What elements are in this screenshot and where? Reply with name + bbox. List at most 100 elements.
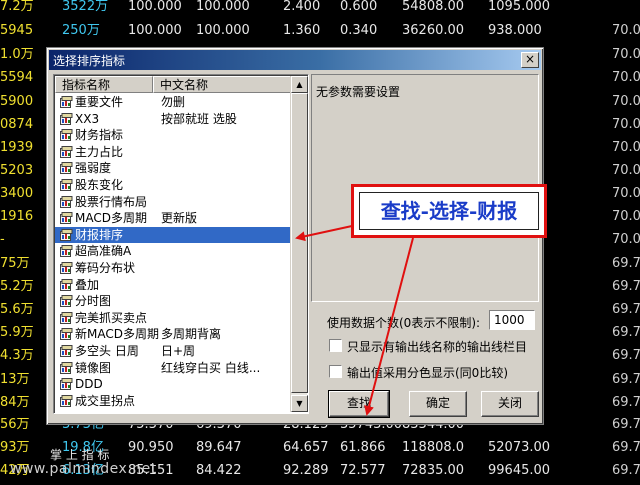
stock-cell: 70.0 (612, 186, 640, 201)
indicator-cn-name: 更新版 (161, 211, 198, 226)
stock-cell: 69.7 (612, 348, 640, 363)
indicator-list-item[interactable]: 叠加 (55, 277, 292, 294)
indicator-name: 多空头 日周 (75, 343, 139, 358)
stock-cell: 5.6万 (0, 302, 34, 317)
indicator-icon (60, 162, 73, 175)
stock-cell: 61.866 (340, 440, 386, 455)
indicator-list-item[interactable]: 筹码分布状 (55, 260, 292, 277)
indicator-icon (60, 361, 73, 374)
stock-cell: 70.0 (612, 117, 640, 132)
stock-cell: 70.0 (612, 163, 640, 178)
stock-cell: 70.0 (612, 70, 640, 85)
stock-cell: 5594 (0, 70, 34, 85)
indicator-list-item[interactable]: 多空头 日周 日+周 (55, 343, 292, 360)
indicator-list-item[interactable]: 股东变化 (55, 177, 292, 194)
stock-row[interactable]: 7.2万 3522万 100.000 100.000 2.400 0.600 54808.0… (0, 0, 640, 19)
stock-row[interactable]: 5945 250万 100.000 100.000 1.360 0.340 36260.00… (0, 19, 640, 43)
indicator-name: 新MACD多周期 (75, 327, 159, 342)
ok-button[interactable]: 确定 (409, 391, 467, 417)
checkbox-color-output[interactable] (329, 365, 342, 378)
indicator-icon (60, 394, 73, 407)
scroll-thumb[interactable] (291, 93, 308, 393)
indicator-name: MACD多周期 (75, 211, 147, 226)
stock-cell: 250万 (62, 23, 100, 38)
indicator-icon (60, 344, 73, 357)
indicator-name: DDD (75, 377, 103, 392)
indicator-cn-name: 日+周 (161, 343, 196, 358)
indicator-list-item[interactable]: 财务指标 (55, 127, 292, 144)
indicator-list-item[interactable]: XX3 按部就班 选股 (55, 111, 292, 128)
stock-cell: 70.0 (612, 23, 640, 38)
indicator-list-item[interactable]: 重要文件 勿删 (55, 94, 292, 111)
indicator-name: 重要文件 (75, 95, 124, 109)
stock-cell: 100.000 (128, 23, 182, 38)
indicator-list-item[interactable]: 股票行情布局 (55, 194, 292, 211)
indicator-list-item[interactable]: 分时图 (55, 293, 292, 310)
stock-cell: 1939 (0, 140, 34, 155)
stock-cell: 69.7 (612, 302, 640, 317)
data-count-input[interactable]: 1000 (489, 310, 535, 330)
column-header-cn[interactable]: 中文名称 (153, 76, 292, 93)
stock-cell: 5203 (0, 163, 34, 178)
parameter-message: 无参数需要设置 (316, 85, 401, 99)
indicator-name: 股东变化 (75, 177, 124, 192)
indicator-name: 财务指标 (75, 128, 124, 143)
annotation-callout: 查找-选择-财报 (351, 184, 547, 238)
indicator-listbox[interactable]: 指标名称 中文名称 重要文件 勿删 XX3 按部就班 选股 财务指标 主力占比 强弱度 股东变… (53, 74, 309, 414)
indicator-list-item[interactable]: 主力占比 (55, 144, 292, 161)
indicator-icon (60, 112, 73, 125)
stock-cell: 1916 (0, 209, 34, 224)
column-header-name[interactable]: 指标名称 (55, 76, 153, 93)
stock-cell: 100.000 (128, 0, 182, 14)
close-button[interactable]: 关闭 (481, 391, 539, 417)
indicator-list-item[interactable]: 新MACD多周期 多周期背离 (55, 326, 292, 343)
indicator-name: 完美抓买卖点 (75, 310, 148, 325)
close-icon[interactable]: × (521, 52, 539, 68)
stock-cell: 90.950 (128, 440, 174, 455)
stock-cell: 0874 (0, 117, 34, 132)
indicator-cn-name: 勿删 (161, 95, 186, 109)
listbox-header: 指标名称 中文名称 (55, 76, 292, 93)
stock-cell: 84.422 (196, 463, 242, 478)
indicator-name: 叠加 (75, 277, 100, 292)
indicator-icon (60, 228, 73, 241)
listbox-scrollbar[interactable]: ▲ ▼ (290, 76, 308, 412)
dialog-titlebar[interactable]: 选择排序指标 × (49, 50, 541, 70)
find-button[interactable]: 查找 (328, 390, 390, 418)
stock-cell: 1095.000 (488, 0, 551, 14)
stock-cell: 70.0 (612, 94, 640, 109)
checkbox-output-line-names[interactable] (329, 339, 342, 352)
indicator-name: 超高准确A (75, 244, 132, 259)
indicator-list-item[interactable]: 财报排序 (55, 226, 292, 244)
indicator-list-item[interactable]: 超高准确A (55, 243, 292, 260)
stock-cell: - (0, 232, 5, 247)
indicator-list-item[interactable]: 完美抓买卖点 (55, 310, 292, 327)
indicator-icon (60, 311, 73, 324)
stock-cell: 69.7 (612, 325, 640, 340)
stock-cell: 92.289 (283, 463, 329, 478)
indicator-name: 筹码分布状 (75, 260, 136, 275)
data-count-label: 使用数据个数(0表示不限制): (327, 316, 481, 330)
indicator-icon (60, 96, 73, 108)
stock-cell: 69.7 (612, 256, 640, 271)
scroll-up-icon[interactable]: ▲ (291, 76, 308, 93)
indicator-list-item[interactable]: 成交里拐点 (55, 393, 292, 410)
indicator-icon (60, 261, 73, 274)
indicator-list-item[interactable]: DDD (55, 376, 292, 393)
stock-cell: 69.7 (612, 279, 640, 294)
stock-cell: 3400 (0, 186, 34, 201)
watermark-url: www.palmindex.net (10, 461, 157, 477)
stock-cell: 7.2万 (0, 0, 34, 14)
indicator-icon (60, 195, 73, 208)
stock-cell: 69.7 (612, 372, 640, 387)
stock-cell: 69.7 (612, 463, 640, 478)
stock-cell: 52073.00 (488, 440, 551, 455)
stock-cell: 72835.00 (402, 463, 465, 478)
stock-cell: 70.0 (612, 232, 640, 247)
scroll-down-icon[interactable]: ▼ (291, 395, 308, 412)
stock-cell: 70.0 (612, 47, 640, 62)
indicator-list-item[interactable]: 强弱度 (55, 160, 292, 177)
indicator-name: XX3 (75, 111, 100, 126)
indicator-list-item[interactable]: MACD多周期 更新版 (55, 210, 292, 227)
indicator-list-item[interactable]: 镜像图 红线穿白买 白线... (55, 360, 292, 377)
